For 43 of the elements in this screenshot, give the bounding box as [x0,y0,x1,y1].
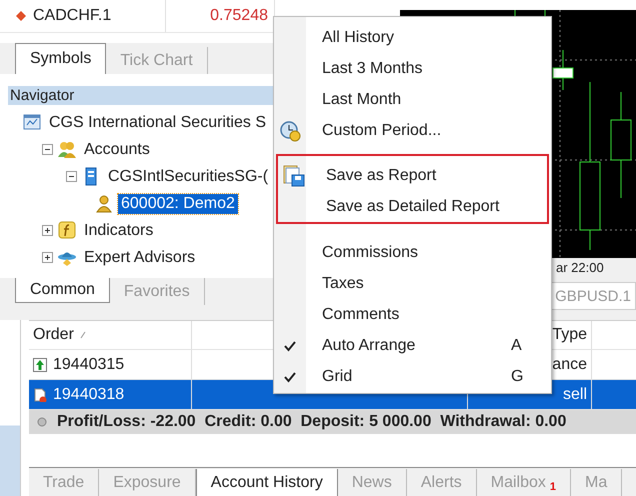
users-icon [58,140,76,159]
menu-item[interactable]: All History [274,22,551,53]
table-cell: ance [552,356,587,374]
menu-item[interactable]: Auto Arrange A [274,330,551,361]
tab[interactable]: Symbols [15,43,106,74]
table-cell: 19440318 [53,386,124,404]
menu-item[interactable]: Save as Report [278,160,547,191]
clock-icon [279,120,301,142]
menu-item[interactable]: Custom Period... [274,115,551,146]
collapse-icon[interactable] [42,144,53,155]
menu-item[interactable]: Save as Detailed Report [278,191,547,222]
sort-icon [80,331,86,339]
document-icon [33,388,47,402]
tree-item[interactable]: CGS International Securities S [46,112,269,132]
table-cell: sell [562,386,587,404]
expand-icon[interactable] [42,225,53,236]
user-icon [95,194,113,213]
expand-icon[interactable] [42,252,53,263]
tree-item[interactable]: Expert Advisors [81,248,198,268]
summary-text: Profit/Loss: -22.00 Credit: 0.00 Deposit: 5 000.00 Withdrawal: 0.00 [57,413,566,431]
tree-item[interactable]: Accounts [81,140,153,160]
bid-price: 0.75248 [210,7,268,25]
shortcut-key: A [511,336,551,354]
menu-item[interactable]: Last 3 Months [274,53,551,84]
tree-item[interactable]: CGSIntlSecuritiesSG-( [105,166,272,186]
tab[interactable]: Account History [196,469,338,496]
tab[interactable]: Mailbox 1 [476,469,572,496]
arrow-up-icon [33,358,47,372]
unread-count: 1 [550,481,556,493]
tree-item[interactable]: 600002: Demo2 [118,194,238,214]
function-icon [58,221,76,240]
window-icon [23,113,41,132]
column-header[interactable]: Order [33,326,74,344]
diamond-icon [15,10,27,22]
symbol-name: CADCHF.1 [33,7,112,25]
tab[interactable]: Common [15,278,110,303]
save-report-icon [283,164,305,186]
collapse-icon[interactable] [66,171,77,182]
candlestick [552,50,574,90]
table-cell: 19440315 [53,356,124,374]
status-dot-icon [37,417,47,427]
tree-item[interactable]: Indicators [81,220,156,240]
column-header[interactable]: Type [552,326,587,344]
